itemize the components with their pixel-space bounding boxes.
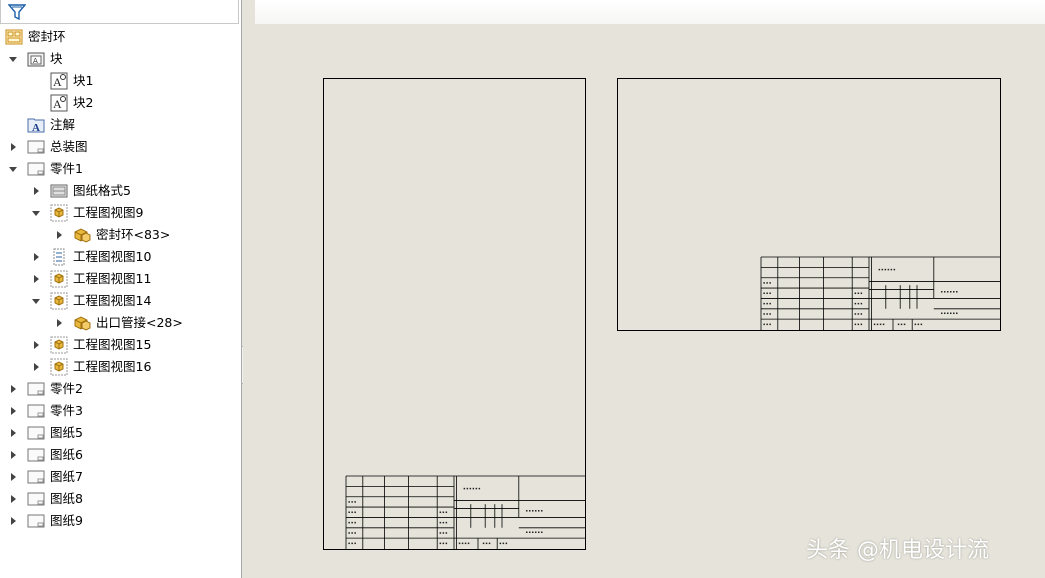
tree-item[interactable]: 工程图视图10 bbox=[0, 246, 240, 268]
tree-item[interactable]: 零件3 bbox=[0, 400, 240, 422]
tree-item-label: 工程图视图11 bbox=[73, 271, 152, 286]
drawing-view-icon bbox=[50, 358, 68, 376]
collapse-arrow-icon[interactable] bbox=[8, 54, 18, 64]
tree-item[interactable]: 工程图视图15 bbox=[0, 334, 240, 356]
tree-item-label: 工程图视图10 bbox=[73, 249, 152, 264]
tree-item-label: 块2 bbox=[73, 95, 94, 110]
tree-item-label: 零件1 bbox=[50, 161, 83, 176]
tree-item[interactable]: 密封环<83> bbox=[0, 224, 240, 246]
tree-item-label: 总装图 bbox=[50, 139, 88, 154]
block-folder-icon: A bbox=[27, 50, 45, 68]
tree-item[interactable]: 工程图视图9 bbox=[0, 202, 240, 224]
tree-item[interactable]: A 注解 bbox=[0, 114, 240, 136]
tree-item-label: 注解 bbox=[50, 117, 76, 132]
drawing-view-icon bbox=[50, 292, 68, 310]
tree-item-label: 图纸6 bbox=[50, 447, 83, 462]
expand-arrow-icon[interactable] bbox=[8, 428, 18, 438]
tree-item[interactable]: A 块2 bbox=[0, 92, 240, 114]
tree-item[interactable]: 图纸9 bbox=[0, 510, 240, 532]
tree-item-label: 块1 bbox=[73, 73, 94, 88]
block-icon: A bbox=[50, 72, 68, 90]
sheet-icon bbox=[27, 424, 45, 442]
tree-item[interactable]: A 块1 bbox=[0, 70, 240, 92]
tree-item-label: 密封环<83> bbox=[96, 227, 171, 242]
expand-arrow-icon[interactable] bbox=[8, 450, 18, 460]
sheet-icon bbox=[27, 380, 45, 398]
sheet-icon bbox=[27, 490, 45, 508]
collapse-arrow-icon[interactable] bbox=[31, 296, 41, 306]
landscape-title-block bbox=[760, 256, 1001, 331]
svg-text:A: A bbox=[33, 57, 38, 65]
tree-item[interactable]: 零件2 bbox=[0, 378, 240, 400]
expand-arrow-icon[interactable] bbox=[8, 142, 18, 152]
tree-item-label: 图纸9 bbox=[50, 513, 83, 528]
sheet-icon bbox=[27, 160, 45, 178]
tree-item[interactable]: 图纸5 bbox=[0, 422, 240, 444]
expand-arrow-icon[interactable] bbox=[31, 362, 41, 372]
expand-arrow-icon[interactable] bbox=[54, 230, 64, 240]
expand-arrow-icon[interactable] bbox=[8, 494, 18, 504]
filter-icon[interactable] bbox=[8, 3, 26, 21]
tree-item[interactable]: 密封环 bbox=[0, 26, 240, 48]
expand-arrow-icon[interactable] bbox=[31, 186, 41, 196]
sheet-icon bbox=[27, 402, 45, 420]
section-view-icon bbox=[50, 248, 68, 266]
watermark-text: 头条 @机电设计流 bbox=[806, 538, 989, 563]
tree-item[interactable]: 图纸格式5 bbox=[0, 180, 240, 202]
expand-arrow-icon[interactable] bbox=[8, 516, 18, 526]
drawing-view-icon bbox=[50, 336, 68, 354]
canvas-top-strip bbox=[255, 0, 1045, 24]
tree-item[interactable]: 出口管接<28> bbox=[0, 312, 240, 334]
landscape-sheet[interactable] bbox=[617, 78, 1001, 331]
tree-item-label: 工程图视图15 bbox=[73, 337, 152, 352]
sheet-icon bbox=[27, 512, 45, 530]
portrait-sheet[interactable] bbox=[323, 78, 586, 550]
drawing-view-icon bbox=[50, 204, 68, 222]
tree-item[interactable]: 图纸8 bbox=[0, 488, 240, 510]
tree-item-label: 工程图视图16 bbox=[73, 359, 152, 374]
tree-item-label: 工程图视图9 bbox=[73, 205, 144, 220]
tree-item-label: 图纸格式5 bbox=[73, 183, 131, 198]
feature-manager-tree-panel: 密封环 A 块 A 块1 A 块2 A 注解 总装图 零件1 图纸格式5 工程图视图9 密封环<83> 工程… bbox=[0, 0, 242, 578]
expand-arrow-icon[interactable] bbox=[31, 340, 41, 350]
tree-item[interactable]: 工程图视图14 bbox=[0, 290, 240, 312]
sheet-icon bbox=[27, 468, 45, 486]
tree-item-label: 零件2 bbox=[50, 381, 83, 396]
drawing-view-icon bbox=[50, 270, 68, 288]
portrait-title-block bbox=[345, 475, 586, 550]
expand-arrow-icon[interactable] bbox=[8, 384, 18, 394]
collapse-arrow-icon[interactable] bbox=[8, 164, 18, 174]
tree-item[interactable]: 工程图视图16 bbox=[0, 356, 240, 378]
annotation-icon: A bbox=[27, 116, 45, 134]
filter-bar[interactable] bbox=[0, 0, 239, 24]
expand-arrow-icon[interactable] bbox=[8, 406, 18, 416]
tree-item[interactable]: A块 bbox=[0, 48, 240, 70]
tree-item[interactable]: 零件1 bbox=[0, 158, 240, 180]
tree-item-label: 出口管接<28> bbox=[96, 315, 183, 330]
tree-item[interactable]: 图纸7 bbox=[0, 466, 240, 488]
tree-item-label: 图纸8 bbox=[50, 491, 83, 506]
tree-item-label: 块 bbox=[50, 51, 63, 66]
svg-text:A: A bbox=[32, 122, 40, 134]
expand-arrow-icon[interactable] bbox=[54, 318, 64, 328]
expand-arrow-icon[interactable] bbox=[8, 472, 18, 482]
expand-arrow-icon[interactable] bbox=[31, 252, 41, 262]
tree-item[interactable]: 工程图视图11 bbox=[0, 268, 240, 290]
tree-item-label: 零件3 bbox=[50, 403, 83, 418]
expand-arrow-icon[interactable] bbox=[31, 274, 41, 284]
sheet-icon bbox=[27, 138, 45, 156]
tree-item-label: 图纸5 bbox=[50, 425, 83, 440]
tree-item-label: 工程图视图14 bbox=[73, 293, 152, 308]
collapse-arrow-icon[interactable] bbox=[31, 208, 41, 218]
sheet-format-icon bbox=[50, 182, 68, 200]
sheet-icon bbox=[27, 446, 45, 464]
tree-item-label: 图纸7 bbox=[50, 469, 83, 484]
tree-item-label: 密封环 bbox=[28, 29, 66, 44]
part-icon bbox=[73, 226, 91, 244]
tree-item[interactable]: 图纸6 bbox=[0, 444, 240, 466]
block-icon: A bbox=[50, 94, 68, 112]
tree-item[interactable]: 总装图 bbox=[0, 136, 240, 158]
drawing-root-icon bbox=[5, 28, 23, 46]
part-icon bbox=[73, 314, 91, 332]
